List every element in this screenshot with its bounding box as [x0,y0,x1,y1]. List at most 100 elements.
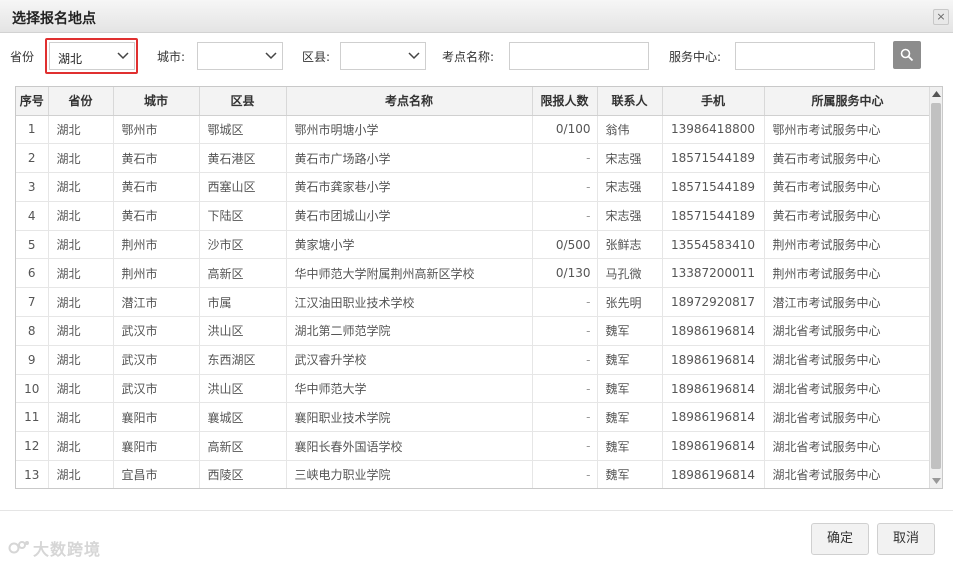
cell-city: 武汉市 [113,374,200,404]
scroll-up-icon[interactable] [932,91,941,97]
table-row[interactable]: 2 湖北 黄石市 黄石港区 黄石市广场路小学 - 宋志强 18571544189 黄石市考试服务… [16,143,932,174]
cell-seq: 11 [16,402,49,433]
table-header-row: 序号 省份 城市 区县 考点名称 限报人数 联系人 手机 所属服务中心 [16,87,932,116]
cell-quota: 0/100 [532,115,598,145]
district-select[interactable] [340,42,426,70]
cell-contact: 宋志强 [597,201,663,231]
cell-contact: 张先明 [597,287,663,318]
dialog-titlebar: 选择报名地点 × [0,0,953,33]
cell-district: 洪山区 [199,374,287,404]
scroll-down-icon[interactable] [932,478,941,484]
table-row[interactable]: 1 湖北 鄂州市 鄂城区 鄂州市明塘小学 0/100 翁伟 13986418800 鄂州市考试服… [16,115,932,145]
header-service-center[interactable]: 所属服务中心 [764,87,932,116]
cell-quota: - [532,287,598,318]
cell-phone: 18986196814 [662,460,765,488]
cell-service-center: 黄石市考试服务中心 [764,143,932,174]
table-row[interactable]: 13 湖北 宜昌市 西陵区 三峡电力职业学院 - 魏军 18986196814 湖北省考试服务中… [16,460,932,488]
table-row[interactable]: 8 湖北 武汉市 洪山区 湖北第二师范学院 - 魏军 18986196814 湖北省考试服务中心 [16,316,932,346]
table-row[interactable]: 12 湖北 襄阳市 高新区 襄阳长春外国语学校 - 魏军 18986196814 湖北省考试服务… [16,431,932,462]
header-district[interactable]: 区县 [199,87,287,116]
cell-district: 鄂城区 [199,115,287,145]
cell-phone: 18986196814 [662,374,765,404]
cell-quota: - [532,201,598,231]
cell-site-name: 黄家塘小学 [286,230,533,260]
cell-province: 湖北 [48,316,114,346]
logo-icon [8,541,29,554]
cell-site-name: 襄阳职业技术学院 [286,402,533,433]
search-button[interactable] [893,41,921,69]
cell-service-center: 黄石市考试服务中心 [764,172,932,202]
cell-contact: 魏军 [597,402,663,433]
cell-phone: 18972920817 [662,287,765,318]
close-icon[interactable]: × [933,9,949,25]
cell-service-center: 湖北省考试服务中心 [764,316,932,346]
cell-phone: 13986418800 [662,115,765,145]
cell-quota: - [532,374,598,404]
cell-service-center: 湖北省考试服务中心 [764,402,932,433]
cell-phone: 18571544189 [662,201,765,231]
city-select[interactable] [197,42,283,70]
cancel-button[interactable]: 取消 [877,523,935,555]
cell-district: 西塞山区 [199,172,287,202]
cell-quota: - [532,345,598,375]
cell-site-name: 黄石市龚家巷小学 [286,172,533,202]
table-row[interactable]: 3 湖北 黄石市 西塞山区 黄石市龚家巷小学 - 宋志强 18571544189 黄石市考试服务… [16,172,932,202]
cell-district: 下陆区 [199,201,287,231]
table-row[interactable]: 10 湖北 武汉市 洪山区 华中师范大学 - 魏军 18986196814 湖北省考试服务中心 [16,374,932,404]
header-seq[interactable]: 序号 [16,87,49,116]
cell-seq: 5 [16,230,49,260]
cell-seq: 4 [16,201,49,231]
cell-province: 湖北 [48,374,114,404]
cell-seq: 8 [16,316,49,346]
province-label: 省份 [10,50,35,64]
header-quota[interactable]: 限报人数 [532,87,598,116]
cell-city: 鄂州市 [113,115,200,145]
cell-province: 湖北 [48,460,114,488]
province-highlight [45,38,138,74]
cell-city: 黄石市 [113,201,200,231]
site-name-label: 考点名称: [442,50,495,64]
search-icon [900,48,914,62]
header-city[interactable]: 城市 [113,87,200,116]
cell-quota: - [532,431,598,462]
cell-district: 沙市区 [199,230,287,260]
table-row[interactable]: 6 湖北 荆州市 高新区 华中师范大学附属荆州高新区学校 0/130 马孔微 13387200… [16,258,932,289]
service-center-input[interactable] [735,42,875,70]
header-contact[interactable]: 联系人 [597,87,663,116]
cell-seq: 6 [16,258,49,289]
cell-site-name: 华中师范大学 [286,374,533,404]
header-province[interactable]: 省份 [48,87,114,116]
header-site-name[interactable]: 考点名称 [286,87,533,116]
table-row[interactable]: 11 湖北 襄阳市 襄城区 襄阳职业技术学院 - 魏军 18986196814 湖北省考试服务中… [16,402,932,433]
vertical-scrollbar[interactable] [929,87,942,488]
cell-quota: - [532,460,598,488]
cell-contact: 宋志强 [597,143,663,174]
table-row[interactable]: 5 湖北 荆州市 沙市区 黄家塘小学 0/500 张鲜志 13554583410 荆州市考试服务… [16,230,932,260]
cell-service-center: 湖北省考试服务中心 [764,374,932,404]
cell-province: 湖北 [48,345,114,375]
cell-province: 湖北 [48,143,114,174]
service-center-label: 服务中心: [669,50,722,64]
table-row[interactable]: 7 湖北 潜江市 市属 江汉油田职业技术学校 - 张先明 18972920817 潜江市考试服务… [16,287,932,318]
cell-phone: 18571544189 [662,172,765,202]
site-name-input[interactable] [509,42,649,70]
cell-service-center: 黄石市考试服务中心 [764,201,932,231]
cell-province: 湖北 [48,402,114,433]
scrollbar-thumb[interactable] [931,103,941,469]
table-row[interactable]: 9 湖北 武汉市 东西湖区 武汉睿升学校 - 魏军 18986196814 湖北省考试服务中心 [16,345,932,375]
cell-service-center: 荆州市考试服务中心 [764,230,932,260]
cell-quota: - [532,402,598,433]
cell-contact: 翁伟 [597,115,663,145]
cell-quota: - [532,316,598,346]
cell-city: 襄阳市 [113,431,200,462]
cell-seq: 13 [16,460,49,488]
header-phone[interactable]: 手机 [662,87,765,116]
table-row[interactable]: 4 湖北 黄石市 下陆区 黄石市团城山小学 - 宋志强 18571544189 黄石市考试服务中… [16,201,932,231]
cell-city: 荆州市 [113,230,200,260]
watermark-text: 大数跨境 [33,540,102,559]
cell-phone: 18986196814 [662,402,765,433]
district-label: 区县: [302,50,331,64]
cell-district: 洪山区 [199,316,287,346]
chevron-down-icon [264,51,278,61]
confirm-button[interactable]: 确定 [811,523,869,555]
